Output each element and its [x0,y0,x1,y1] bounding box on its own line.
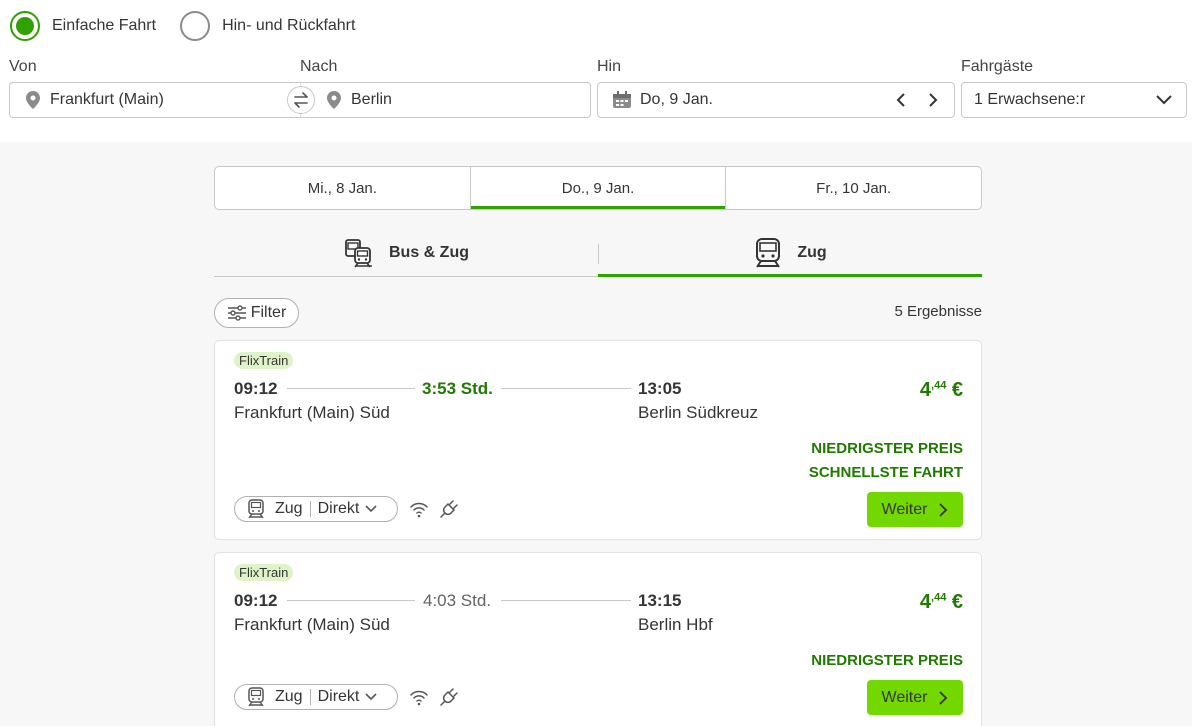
swap-stations-button[interactable] [287,86,315,114]
prev-date-button[interactable] [892,91,910,109]
power-plug-icon [440,688,458,706]
badge-fastest: SCHNELLSTE FAHRT [808,464,963,481]
passengers-value: 1 Erwachsene:r [974,91,1086,108]
wifi-icon [410,502,428,518]
continue-button[interactable]: Weiter [867,680,963,715]
departure-station: Frankfurt (Main) Süd [234,403,390,422]
radio-circle [180,11,211,41]
tab-label: Bus & Zug [389,244,469,261]
date-nav [892,91,942,109]
departure-time: 09:12 [234,379,278,398]
sliders-icon [227,305,246,321]
result-card[interactable]: FlixTrain 09:12 4:03 Std. 13:15 Frankfur… [214,552,982,726]
passengers-select[interactable]: 1 Erwachsene:r [961,82,1187,118]
passengers-label: Fahrgäste [961,58,1034,75]
next-date-button[interactable] [924,91,942,109]
amenities [409,687,459,707]
location-pin-icon [26,91,40,109]
route-line [287,600,415,601]
chevron-down-icon [365,505,377,513]
departure-station: Frankfurt (Main) Süd [234,615,390,634]
connection-type: Direkt [317,688,360,705]
result-card[interactable]: FlixTrain 09:12 3:53 Std. 13:05 Frankfur… [214,340,982,540]
results-count: 5 Ergebnisse [894,303,982,320]
mode-label: Zug [275,500,303,517]
bus-train-icon [343,237,375,269]
mode-tabs: Bus & Zug Zug [214,230,982,277]
to-input[interactable]: Berlin [300,82,591,118]
arrival-time: 13:05 [638,379,682,398]
chevron-right-icon [929,93,938,107]
train-icon [753,237,783,269]
pill-divider [309,501,311,517]
amenities [409,499,459,519]
search-panel: Einfache Fahrt Hin- und Rückfahrt Von Na… [0,0,1192,142]
mode-label: Zug [275,688,303,705]
connection-type: Direkt [317,500,360,517]
arrival-station: Berlin Südkreuz [638,403,759,422]
connection-details-toggle[interactable]: Zug Direkt [234,684,398,710]
price: 4,44 € [919,379,963,401]
train-icon [247,687,265,707]
day-tab-current[interactable]: Do., 9 Jan. [470,167,727,209]
to-label: Nach [300,58,338,75]
day-tabs: Mi., 8 Jan. Do., 9 Jan. Fr., 10 Jan. [214,166,982,210]
departure-time: 09:12 [234,591,278,610]
continue-button[interactable]: Weiter [867,492,963,527]
tab-label: Zug [797,244,827,261]
radio-label: Hin- und Rückfahrt [222,17,356,34]
power-plug-icon [440,500,458,518]
day-tab-next[interactable]: Fr., 10 Jan. [726,167,981,209]
route-line [501,388,631,389]
date-input[interactable]: Do, 9 Jan. [597,82,955,118]
badge-lowest-price: NIEDRIGSTER PREIS [811,652,963,669]
location-pin-icon [327,91,341,109]
chevron-down-icon [1156,95,1172,105]
day-tab-prev[interactable]: Mi., 8 Jan. [215,167,471,209]
pill-divider [309,689,311,705]
radio-label: Einfache Fahrt [52,17,157,34]
tab-train[interactable]: Zug [598,230,982,277]
brand-badge: FlixTrain [234,564,294,581]
arrival-station: Berlin Hbf [638,615,713,634]
radio-circle [10,11,40,41]
train-icon [247,499,265,519]
swap-arrows-icon [294,92,308,108]
from-value: Frankfurt (Main) [50,91,164,108]
duration: 3:53 Std. [422,379,493,398]
chevron-right-icon [939,690,948,705]
radio-one-way[interactable]: Einfache Fahrt [10,11,156,41]
chevron-right-icon [939,502,948,517]
chevron-left-icon [896,93,905,107]
from-input[interactable]: Frankfurt (Main) [9,82,300,118]
badge-lowest-price: NIEDRIGSTER PREIS [811,440,963,457]
continue-label: Weiter [881,688,928,706]
price: 4,44 € [919,591,963,613]
filter-button[interactable]: Filter [214,298,299,328]
date-value: Do, 9 Jan. [640,91,713,108]
connection-details-toggle[interactable]: Zug Direkt [234,496,398,522]
duration: 4:03 Std. [423,591,492,610]
trip-type-group: Einfache Fahrt Hin- und Rückfahrt [10,11,379,41]
arrival-time: 13:15 [638,591,682,610]
route-line [501,600,631,601]
from-label: Von [9,58,37,75]
route-line [287,388,415,389]
tab-bus-and-train[interactable]: Bus & Zug [214,230,598,276]
wifi-icon [410,690,428,706]
filter-label: Filter [250,304,287,321]
radio-round-trip[interactable]: Hin- und Rückfahrt [180,11,355,41]
date-label: Hin [597,58,622,75]
calendar-icon [613,91,631,108]
brand-badge: FlixTrain [234,352,294,369]
chevron-down-icon [365,693,377,701]
to-value: Berlin [351,91,392,108]
continue-label: Weiter [881,500,928,518]
